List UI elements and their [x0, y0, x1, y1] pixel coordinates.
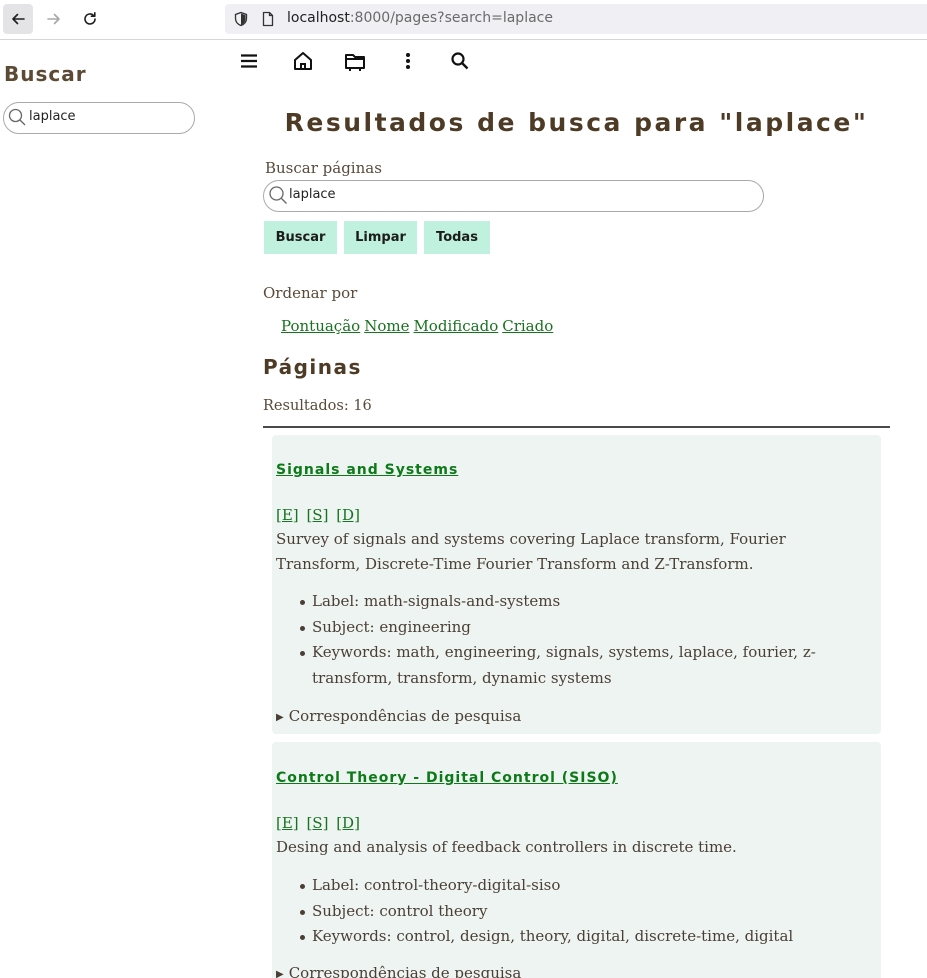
main-search-input[interactable]	[289, 187, 749, 202]
url-text: localhost:8000/pages?search=laplace	[287, 10, 553, 26]
more-vertical-icon	[406, 53, 410, 69]
all-button[interactable]: Todas	[424, 221, 490, 254]
url-path: :8000/pages?search=laplace	[349, 10, 553, 26]
result-subject: Subject: engineering	[300, 615, 872, 641]
reload-icon	[84, 12, 96, 25]
delete-link[interactable]: [D]	[336, 506, 360, 524]
result-description: Survey of signals and systems covering L…	[276, 530, 786, 573]
menu-button[interactable]	[236, 48, 262, 74]
search-icon	[451, 52, 469, 70]
result-label: Label: math-signals-and-systems	[300, 589, 872, 615]
sort-options: Pontuação Nome Modificado Criado	[281, 317, 557, 335]
home-button[interactable]	[290, 48, 316, 74]
result-card: Signals and Systems [E] [S] [D] Survey o…	[272, 435, 881, 734]
delete-link[interactable]: [D]	[336, 814, 360, 832]
source-link[interactable]: [S]	[306, 506, 328, 524]
disclosure-triangle-icon: ▶	[276, 712, 284, 723]
arrow-left-icon	[12, 13, 25, 25]
sidebar-title: Buscar	[4, 62, 87, 86]
main-search-field[interactable]	[263, 180, 764, 212]
search-submit-button[interactable]: Buscar	[264, 221, 337, 254]
result-title-link[interactable]: Signals and Systems	[276, 462, 458, 478]
sort-by-name-link[interactable]: Nome	[364, 317, 409, 335]
search-matches-label: Correspondências de pesquisa	[288, 707, 522, 725]
sidebar-search-field[interactable]	[3, 102, 195, 134]
edit-link[interactable]: [E]	[276, 814, 299, 832]
url-host: localhost	[287, 10, 350, 26]
search-matches-label: Correspondências de pesquisa	[288, 964, 522, 978]
shield-icon	[234, 11, 248, 27]
browser-toolbar: localhost:8000/pages?search=laplace	[0, 0, 927, 40]
result-keywords: Keywords: control, design, theory, digit…	[300, 924, 872, 950]
sort-label: Ordenar por	[263, 284, 358, 302]
home-icon	[294, 52, 312, 70]
more-options-button[interactable]	[395, 48, 421, 74]
result-subject: Subject: control theory	[300, 899, 872, 925]
search-pages-label: Buscar páginas	[265, 159, 382, 177]
result-keywords: Keywords: math, engineering, signals, sy…	[300, 640, 872, 691]
folder-button[interactable]	[342, 48, 368, 74]
result-metadata-list: Label: control-theory-digital-siso Subje…	[300, 873, 872, 950]
page-icon	[262, 11, 274, 27]
folder-icon	[345, 54, 365, 71]
page-title: Resultados de busca para "laplace"	[284, 108, 869, 137]
search-icon	[269, 186, 287, 204]
search-button[interactable]	[447, 48, 473, 74]
source-link[interactable]: [S]	[306, 814, 328, 832]
pages-section-title: Páginas	[263, 355, 362, 379]
result-label: Label: control-theory-digital-siso	[300, 873, 872, 899]
result-card: Control Theory - Digital Control (SISO) …	[272, 742, 881, 978]
search-matches-toggle[interactable]: ▶ Correspondências de pesquisa	[276, 964, 521, 978]
address-bar[interactable]: localhost:8000/pages?search=laplace	[225, 4, 927, 34]
result-action-links: [E] [S] [D]	[276, 814, 363, 832]
edit-link[interactable]: [E]	[276, 506, 299, 524]
arrow-right-icon	[47, 13, 60, 25]
result-metadata-list: Label: math-signals-and-systems Subject:…	[300, 589, 872, 691]
search-matches-toggle[interactable]: ▶ Correspondências de pesquisa	[276, 707, 521, 725]
result-description: Desing and analysis of feedback controll…	[276, 838, 737, 856]
menu-icon	[241, 54, 257, 68]
divider	[263, 426, 890, 428]
result-action-links: [E] [S] [D]	[276, 506, 363, 524]
back-button[interactable]	[3, 4, 33, 34]
sort-by-modified-link[interactable]: Modificado	[413, 317, 498, 335]
disclosure-triangle-icon: ▶	[276, 969, 284, 978]
result-title-link[interactable]: Control Theory - Digital Control (SISO)	[276, 770, 618, 786]
reload-button[interactable]	[75, 4, 105, 34]
forward-button[interactable]	[39, 4, 69, 34]
sidebar-search-input[interactable]	[29, 109, 189, 124]
results-count: Resultados: 16	[263, 398, 372, 414]
search-icon	[8, 108, 26, 126]
sort-by-score-link[interactable]: Pontuação	[281, 317, 360, 335]
sort-by-created-link[interactable]: Criado	[502, 317, 553, 335]
clear-button[interactable]: Limpar	[344, 221, 417, 254]
